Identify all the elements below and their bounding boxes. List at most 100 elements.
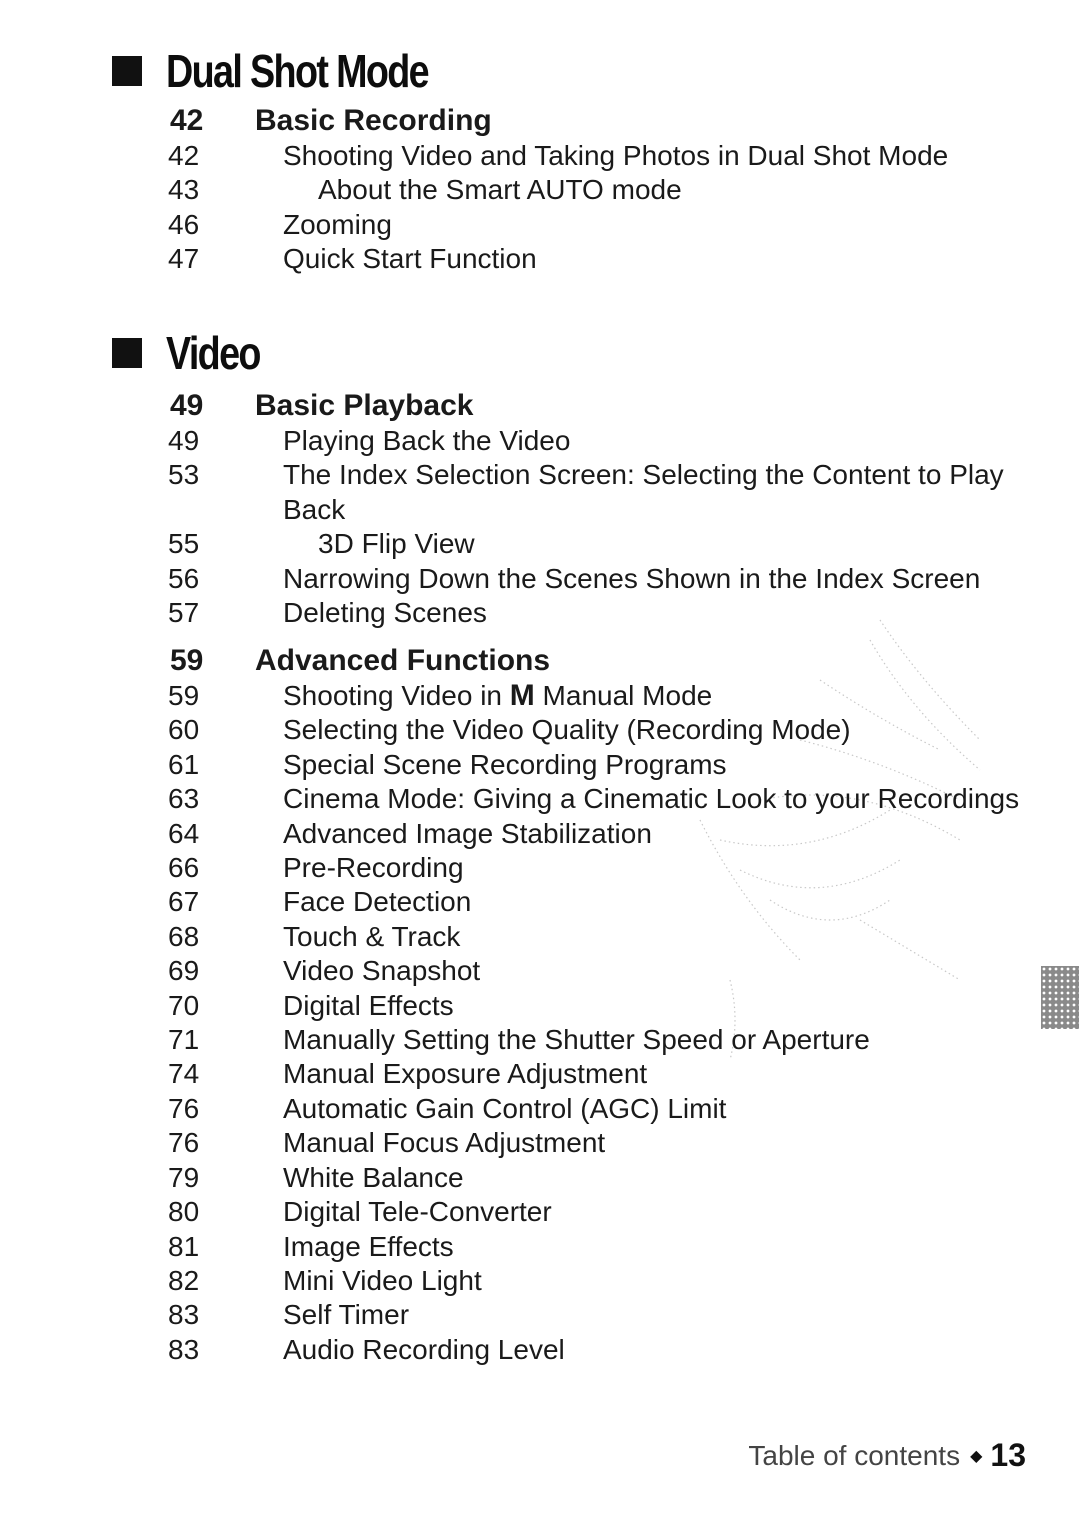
manual-mode-icon: M	[509, 679, 535, 712]
heading-label: Basic Playback	[255, 389, 474, 422]
page-number: 76	[168, 1127, 200, 1159]
toc-entry[interactable]: 42 Shooting Video and Taking Photos in Du…	[168, 139, 1048, 173]
entry-label: 3D Flip View	[318, 528, 475, 560]
toc-entry[interactable]: 53 The Index Selection Screen: Selecting …	[168, 458, 1048, 527]
toc-entry[interactable]: 79 White Balance	[168, 1161, 1048, 1195]
page-number: 71	[168, 1024, 200, 1056]
toc-entry[interactable]: 82 Mini Video Light	[168, 1264, 1048, 1298]
heading-label: Advanced Functions	[255, 644, 551, 677]
page-number: 80	[168, 1196, 200, 1228]
footer-label: Table of contents	[748, 1439, 961, 1471]
entry-label: Shooting Video in M Manual Mode	[283, 679, 1048, 713]
toc-entry[interactable]: 67 Face Detection	[168, 885, 1048, 919]
group-heading[interactable]: 49 Basic Playback	[168, 388, 1048, 424]
label-text: Shooting Video in	[283, 680, 510, 711]
entry-label: Zooming	[283, 208, 392, 240]
section-heading-video: Video	[112, 326, 280, 380]
diamond-separator-icon: ◆	[970, 1447, 983, 1465]
toc-entry[interactable]: 80 Digital Tele-Converter	[168, 1195, 1048, 1229]
chapter-thumb-tab	[1041, 966, 1079, 1029]
toc-entry[interactable]: 46 Zooming	[168, 208, 1048, 242]
entry-label: Automatic Gain Control (AGC) Limit	[283, 1092, 727, 1124]
toc-entry[interactable]: 63 Cinema Mode: Giving a Cinematic Look t…	[168, 782, 1048, 816]
toc-entry[interactable]: 68 Touch & Track	[168, 920, 1048, 954]
entry-list: 59 Shooting Video in M Manual Mode 60 Selec…	[168, 679, 1048, 1367]
label-text: Manual Mode	[534, 680, 713, 711]
page-number: 56	[168, 562, 200, 594]
toc-group-advanced-functions: 59 Advanced Functions 59 Shooting Video i…	[168, 643, 1048, 1367]
entry-label: Digital Tele-Converter	[283, 1196, 552, 1228]
page-number: 49	[170, 389, 204, 422]
toc-entry[interactable]: 64 Advanced Image Stabilization	[168, 817, 1048, 851]
square-bullet-icon	[112, 338, 142, 368]
page-number: 68	[168, 920, 200, 952]
toc-group-basic-recording: 42 Basic Recording 42 Shooting Video and …	[168, 103, 1048, 277]
page-number: 53	[168, 459, 200, 491]
toc-entry[interactable]: 81 Image Effects	[168, 1230, 1048, 1264]
page-number: 49	[168, 425, 200, 456]
section-title: Video	[166, 327, 261, 379]
toc-entry[interactable]: 56 Narrowing Down the Scenes Shown in the…	[168, 562, 1048, 596]
toc-entry[interactable]: 66 Pre-Recording	[168, 851, 1048, 885]
toc-entry[interactable]: 59 Shooting Video in M Manual Mode	[168, 679, 1048, 713]
toc-entry[interactable]: 71 Manually Setting the Shutter Speed or …	[168, 1023, 1048, 1057]
entry-label: Playing Back the Video	[283, 425, 571, 456]
entry-label: Audio Recording Level	[283, 1333, 565, 1365]
page-number: 67	[168, 886, 200, 918]
heading-label: Basic Recording	[255, 104, 492, 137]
entry-label: Deleting Scenes	[283, 597, 487, 629]
page-footer: Table of contents ◆ 13	[748, 1437, 1026, 1474]
toc-entry[interactable]: 69 Video Snapshot	[168, 954, 1048, 988]
entry-label: Image Effects	[283, 1230, 454, 1262]
toc-entry[interactable]: 61 Special Scene Recording Programs	[168, 748, 1048, 782]
entry-label: Narrowing Down the Scenes Shown in the I…	[283, 562, 981, 594]
page-number: 61	[168, 748, 200, 780]
toc-entry[interactable]: 76 Automatic Gain Control (AGC) Limit	[168, 1092, 1048, 1126]
page-number: 60	[168, 714, 200, 746]
page-number: 59	[168, 680, 200, 711]
page-number: 82	[168, 1264, 200, 1296]
section-heading-dual-shot-mode: Dual Shot Mode	[112, 44, 486, 98]
page-number: 43	[168, 174, 200, 206]
toc-entry[interactable]: 70 Digital Effects	[168, 989, 1048, 1023]
toc-entry[interactable]: 76 Manual Focus Adjustment	[168, 1126, 1048, 1160]
entry-label: Touch & Track	[283, 920, 461, 952]
entry-label: Mini Video Light	[283, 1264, 482, 1296]
page-number: 79	[168, 1161, 200, 1193]
toc-entry[interactable]: 43 About the Smart AUTO mode	[168, 173, 1048, 207]
page-number: 64	[168, 817, 200, 849]
entry-label: Pre-Recording	[283, 852, 464, 884]
toc-entry[interactable]: 57 Deleting Scenes	[168, 596, 1048, 630]
entry-label: Manual Focus Adjustment	[283, 1127, 606, 1159]
entry-label: Shooting Video and Taking Photos in Dual…	[283, 140, 949, 171]
entry-label: Digital Effects	[283, 989, 454, 1021]
page-number: 66	[168, 852, 200, 884]
entry-label: Manually Setting the Shutter Speed or Ap…	[283, 1024, 870, 1056]
toc-group-basic-playback: 49 Basic Playback 49 Playing Back the Vid…	[168, 388, 1048, 630]
square-bullet-icon	[112, 56, 142, 86]
toc-entry[interactable]: 55 3D Flip View	[168, 527, 1048, 561]
entry-label: Special Scene Recording Programs	[283, 748, 727, 780]
page-number: 13	[990, 1437, 1026, 1473]
page-number: 70	[168, 989, 200, 1021]
group-heading[interactable]: 42 Basic Recording	[168, 103, 1048, 139]
entry-label: Cinema Mode: Giving a Cinematic Look to …	[283, 783, 1020, 815]
toc-entry[interactable]: 83 Self Timer	[168, 1298, 1048, 1332]
page-number: 42	[168, 140, 200, 171]
toc-entry[interactable]: 74 Manual Exposure Adjustment	[168, 1057, 1048, 1091]
entry-label: Face Detection	[283, 886, 472, 918]
entry-label: Manual Exposure Adjustment	[283, 1058, 648, 1090]
entry-label: White Balance	[283, 1161, 464, 1193]
toc-entry[interactable]: 49 Playing Back the Video	[168, 424, 1048, 458]
page-number: 59	[170, 644, 204, 677]
toc-entry[interactable]: 60 Selecting the Video Quality (Recording…	[168, 713, 1048, 747]
group-heading[interactable]: 59 Advanced Functions	[168, 643, 1048, 679]
toc-entry[interactable]: 47 Quick Start Function	[168, 242, 1048, 276]
page-number: 76	[168, 1092, 200, 1124]
toc-entry[interactable]: 83 Audio Recording Level	[168, 1333, 1048, 1367]
entry-list: 49 Playing Back the Video 53 The Index Sele…	[168, 424, 1048, 630]
entry-label: Self Timer	[283, 1299, 410, 1331]
entry-label: Advanced Image Stabilization	[283, 817, 652, 849]
page-number: 55	[168, 528, 200, 560]
entry-label: About the Smart AUTO mode	[318, 174, 682, 206]
